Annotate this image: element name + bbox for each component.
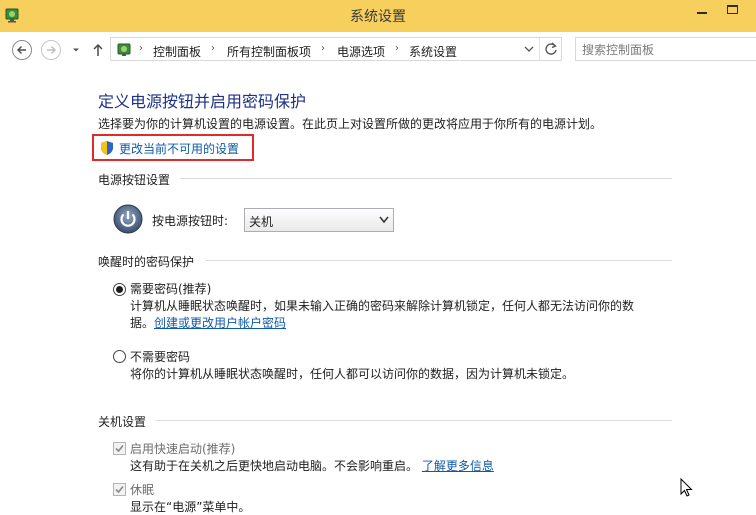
page-title: 定义电源按钮并启用密码保护 — [98, 92, 307, 111]
breadcrumb-separator: › — [211, 43, 215, 54]
breadcrumb-separator: › — [139, 43, 143, 54]
power-icon — [113, 204, 143, 234]
fast-startup-checkbox[interactable] — [113, 442, 126, 455]
mouse-cursor-icon — [680, 477, 694, 498]
minimize-icon — [697, 12, 707, 14]
page-description: 选择要为你的计算机设置的电源设置。在此页上对设置所做的更改将应用于你所有的电源计… — [98, 117, 603, 131]
recent-locations-button[interactable] — [70, 44, 82, 56]
back-arrow-icon — [17, 46, 26, 54]
search-box[interactable] — [575, 37, 756, 61]
require-password-desc-line2: 据。创建或更改用户帐户密码 — [130, 315, 650, 332]
maximize-button[interactable] — [718, 0, 746, 22]
shield-icon — [99, 140, 115, 156]
fast-startup-description: 这有助于在关机之后更快地启动电脑。不会影响重启。 了解更多信息 — [130, 458, 650, 475]
chevron-down-icon — [379, 216, 389, 224]
refresh-button[interactable] — [539, 38, 561, 60]
checkmark-icon — [115, 485, 124, 494]
breadcrumb-control-panel[interactable]: 控制面板 — [153, 43, 201, 60]
shutdown-section-heading: 关机设置 — [98, 415, 147, 429]
back-button[interactable] — [12, 40, 32, 60]
checkmark-icon — [115, 444, 124, 453]
power-button-selected-value: 关机 — [249, 215, 274, 229]
change-settings-highlight: 更改当前不可用的设置 — [92, 134, 254, 161]
change-unavailable-settings-link[interactable]: 更改当前不可用的设置 — [119, 140, 239, 157]
no-password-radio[interactable] — [113, 350, 126, 363]
control-panel-icon — [116, 41, 134, 59]
forward-button[interactable] — [41, 40, 61, 60]
learn-more-link[interactable]: 了解更多信息 — [422, 459, 494, 473]
section-divider — [156, 420, 672, 421]
wake-password-section-heading: 唤醒时的密码保护 — [98, 255, 195, 269]
chevron-down-icon — [73, 48, 79, 52]
require-password-label[interactable]: 需要密码(推荐) — [130, 280, 211, 297]
create-change-password-link[interactable]: 创建或更改用户帐户密码 — [154, 316, 286, 330]
up-button[interactable] — [90, 41, 106, 59]
require-password-desc-prefix: 据。 — [130, 316, 155, 330]
power-button-label: 按电源按钮时: — [152, 214, 229, 228]
hibernate-description: 显示在“电源”菜单中。 — [130, 500, 251, 514]
section-divider — [180, 178, 672, 179]
breadcrumb-all-items[interactable]: 所有控制面板项 — [227, 43, 311, 60]
address-dropdown-button[interactable] — [521, 41, 537, 57]
power-button-section-heading: 电源按钮设置 — [98, 173, 171, 187]
section-divider — [206, 260, 672, 261]
hibernate-checkbox[interactable] — [113, 483, 126, 496]
title-bar: 系统设置 — [0, 0, 756, 30]
chevron-down-icon — [524, 46, 534, 52]
address-bar[interactable]: › 控制面板 › 所有控制面板项 › 电源选项 › 系统设置 — [110, 37, 562, 61]
window-title: 系统设置 — [350, 9, 406, 25]
no-password-label[interactable]: 不需要密码 — [130, 348, 190, 365]
fast-startup-label: 启用快速启动(推荐) — [130, 442, 236, 456]
main-content: 定义电源按钮并启用密码保护 选择要为你的计算机设置的电源设置。在此页上对设置所做… — [0, 66, 756, 515]
radio-selected-dot — [116, 286, 123, 293]
require-password-description: 计算机从睡眠状态唤醒时，如果未输入正确的密码来解除计算机锁定，任何人都无法访问你… — [130, 298, 650, 332]
breadcrumb-separator: › — [395, 43, 399, 54]
hibernate-label: 休眠 — [130, 483, 155, 497]
up-arrow-icon — [93, 43, 103, 56]
refresh-icon — [545, 42, 557, 55]
search-input[interactable] — [582, 42, 752, 57]
breadcrumb-system-settings[interactable]: 系统设置 — [409, 43, 457, 60]
navigation-bar-body: › 控制面板 › 所有控制面板项 › 电源选项 › 系统设置 — [0, 32, 756, 66]
navigation-bar: › 控制面板 › 所有控制面板项 › 电源选项 › 系统设置 — [0, 30, 756, 66]
require-password-desc-line1: 计算机从睡眠状态唤醒时，如果未输入正确的密码来解除计算机锁定，任何人都无法访问你… — [130, 299, 635, 313]
fast-startup-desc-text: 这有助于在关机之后更快地启动电脑。不会影响重启。 — [130, 459, 419, 473]
power-button-action-select[interactable]: 关机 — [244, 208, 394, 232]
breadcrumb-power-options[interactable]: 电源选项 — [337, 43, 385, 60]
maximize-icon — [727, 5, 738, 14]
no-password-description: 将你的计算机从睡眠状态唤醒时，任何人都可以访问你的数据，因为计算机未锁定。 — [130, 367, 575, 381]
minimize-button[interactable] — [688, 0, 716, 22]
breadcrumb-separator: › — [321, 43, 325, 54]
forward-arrow-icon — [47, 46, 56, 54]
require-password-radio[interactable] — [113, 283, 126, 296]
